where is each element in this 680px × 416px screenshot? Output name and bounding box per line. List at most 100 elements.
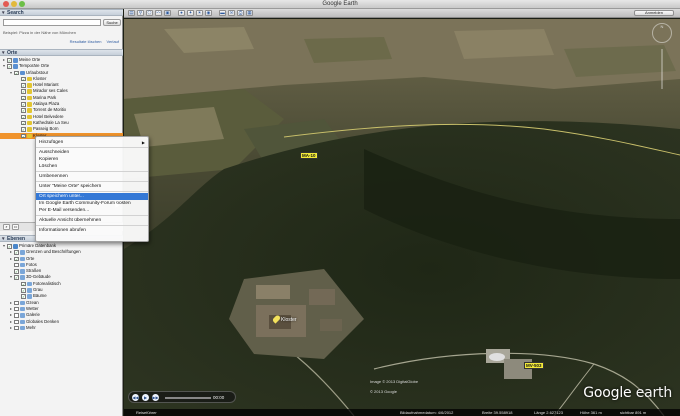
zoom-slider[interactable] <box>661 49 663 89</box>
visibility-checkbox[interactable]: ✓ <box>14 250 19 255</box>
layer-icon <box>27 288 32 293</box>
rewind-icon[interactable]: ◀◀ <box>132 394 139 401</box>
sun-icon[interactable]: ☀ <box>196 10 203 16</box>
visibility-checkbox[interactable] <box>14 313 19 318</box>
layers-tree: ▾ ✓ Primäre Datenbank ▸ ✓ Grenzen und Beschri… <box>0 243 123 331</box>
search-hint: Beispiel: Pizza in der Nähe von München <box>3 30 76 35</box>
visibility-checkbox[interactable]: ✓ <box>21 127 26 132</box>
visibility-checkbox[interactable] <box>14 300 19 306</box>
play-icon[interactable]: ▶ <box>142 394 149 401</box>
menu-item-label: Hinzufügen <box>39 140 64 145</box>
menu-item-aktuelle-ansicht-übernehmen[interactable]: Aktuelle Ansicht übernehmen <box>36 217 148 224</box>
menu-item-unter-meine-orte-speichern[interactable]: Unter "Meine Orte" speichern <box>36 183 148 190</box>
sidebar-icon[interactable]: ▤ <box>128 10 135 16</box>
visibility-checkbox[interactable]: ✓ <box>14 275 19 280</box>
visibility-checkbox[interactable]: ✓ <box>7 64 12 69</box>
print-icon[interactable]: ⎙ <box>237 10 244 16</box>
placemark-icon[interactable]: ⚲ <box>137 10 144 16</box>
visibility-checkbox[interactable]: ✓ <box>21 76 26 82</box>
folder-icon <box>20 70 25 76</box>
layer-icon <box>20 250 25 255</box>
layers-item-mehr[interactable]: ▸ Mehr <box>0 325 123 331</box>
polygon-icon[interactable]: ⬠ <box>146 10 153 16</box>
tour-timeline-track[interactable] <box>165 397 211 399</box>
search-button[interactable]: Suche <box>103 19 121 26</box>
folder-icon <box>13 58 18 63</box>
visibility-checkbox[interactable]: ✓ <box>14 70 19 76</box>
menu-item-löschen[interactable]: Löschen <box>36 163 148 170</box>
visibility-checkbox[interactable]: ✓ <box>21 294 26 299</box>
view-places-icon[interactable]: ▭ <box>12 224 19 230</box>
menu-item-ausschneiden[interactable]: Ausschneiden <box>36 149 148 156</box>
menu-item-ort-speichern-unter[interactable]: Ort speichern unter... <box>36 193 148 200</box>
navigation-compass[interactable]: N <box>652 23 672 43</box>
places-section-header[interactable]: Orte <box>0 49 123 56</box>
layer-icon <box>20 256 25 262</box>
email-icon[interactable]: ✉ <box>228 10 235 16</box>
tour-icon[interactable]: ● <box>178 10 185 16</box>
menu-item-label: Kopieren <box>39 157 59 162</box>
visibility-checkbox[interactable]: ✓ <box>14 256 19 262</box>
visibility-checkbox[interactable] <box>14 325 19 331</box>
visibility-checkbox[interactable]: ✓ <box>21 114 26 120</box>
tour-guide-label[interactable]: Reiseführer <box>136 409 157 416</box>
search-places-icon[interactable]: ⌕ <box>3 224 10 230</box>
visibility-checkbox[interactable]: ✓ <box>21 89 26 94</box>
imagery-date: Bildaufnahmedatum: 4/6/2012 <box>400 410 454 415</box>
search-links: Resultate löschen Verlauf <box>66 39 119 44</box>
longitude: Länge 2.627123 <box>534 410 563 415</box>
sky-icon[interactable]: ✦ <box>187 10 194 16</box>
visibility-checkbox[interactable] <box>14 319 19 325</box>
visibility-checkbox[interactable]: ✓ <box>21 288 26 293</box>
pin-icon <box>27 127 32 132</box>
visibility-checkbox[interactable]: ✓ <box>21 83 26 88</box>
title-bar: Google Earth <box>0 0 680 9</box>
folder-icon <box>13 64 18 69</box>
menu-item-kopieren[interactable]: Kopieren <box>36 156 148 163</box>
menu-item-label: Ort speichern unter... <box>39 194 84 199</box>
layer-icon <box>20 313 25 318</box>
visibility-checkbox[interactable]: ✓ <box>21 108 26 113</box>
visibility-checkbox[interactable]: ✓ <box>21 120 26 126</box>
menu-item-per-e-mail-versenden[interactable]: Per E-Mail versenden... <box>36 207 148 214</box>
menu-item-label: Aktuelle Ansicht übernehmen <box>39 218 102 223</box>
search-section-header[interactable]: Search <box>0 9 123 16</box>
clear-results-link[interactable]: Resultate löschen <box>70 39 102 44</box>
path-icon[interactable]: 〰 <box>155 10 162 16</box>
tour-time: 00:00 <box>213 395 225 400</box>
layer-icon <box>20 262 25 268</box>
forward-icon[interactable]: ▶▶ <box>152 394 159 401</box>
visibility-checkbox[interactable]: ✓ <box>7 244 12 249</box>
visibility-checkbox[interactable]: ✓ <box>7 58 12 63</box>
history-link[interactable]: Verlauf <box>107 39 119 44</box>
menu-item-informationen-abrufen[interactable]: Informationen abrufen <box>36 227 148 234</box>
visibility-checkbox[interactable] <box>14 262 19 268</box>
pin-icon <box>27 95 32 101</box>
earth-view[interactable]: N MA-10 MV-503 Kloster Image © 2013 Digi… <box>124 19 680 416</box>
search-input[interactable] <box>3 19 101 26</box>
menu-item-label: Informationen abrufen <box>39 228 86 233</box>
login-button[interactable]: Anmelden <box>634 10 674 16</box>
menu-item-label: Per E-Mail versenden... <box>39 208 90 213</box>
menu-item-umbenennen[interactable]: Umbenennen <box>36 173 148 180</box>
kloster-map-label[interactable]: Kloster <box>281 317 297 323</box>
visibility-checkbox[interactable]: ✓ <box>21 102 26 107</box>
menu-item-im-google-earth-community-forum-posten[interactable]: Im Google Earth Community-Forum posten <box>36 200 148 207</box>
visibility-checkbox[interactable]: ✓ <box>21 95 26 101</box>
visibility-checkbox[interactable]: ✓ <box>14 269 19 274</box>
menu-separator <box>36 147 148 148</box>
layer-icon <box>20 275 25 280</box>
submenu-arrow-icon: ▶ <box>141 140 145 145</box>
overlay-icon[interactable]: ▣ <box>164 10 171 16</box>
elevation: Höhe 361 m <box>580 410 602 415</box>
visibility-checkbox[interactable]: ✓ <box>21 281 26 287</box>
layer-icon <box>20 306 25 312</box>
visibility-checkbox[interactable] <box>14 306 19 312</box>
ruler-icon[interactable]: ▬ <box>219 10 226 16</box>
planet-icon[interactable]: ◉ <box>205 10 212 16</box>
map-icon[interactable]: ▦ <box>246 10 253 16</box>
pin-icon <box>27 120 32 126</box>
disclosure-closed-icon[interactable]: ▸ <box>9 325 13 331</box>
menu-item-hinzufügen[interactable]: Hinzufügen ▶ <box>36 139 148 146</box>
visibility-checkbox[interactable]: ✓ <box>21 133 26 139</box>
